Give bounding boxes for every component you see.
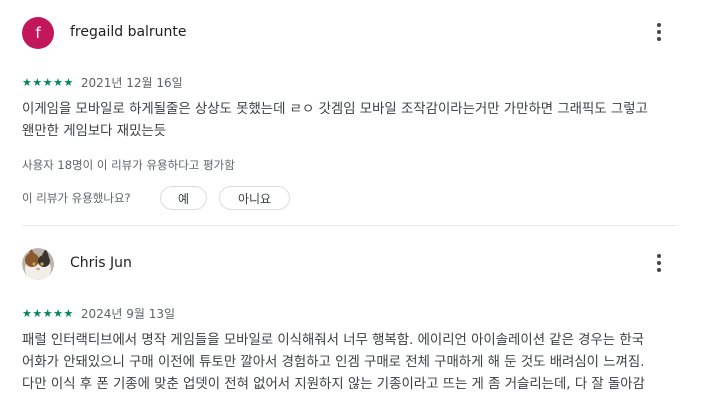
review-text-line: 다만 이식 후 폰 기종에 맞춘 업뎃이 전혀 없어서 지원하지 않는 기종이라… <box>22 377 645 392</box>
helpful-question: 이 리뷰가 유용했나요? <box>22 191 131 205</box>
review-text-line: 왠만한 게임보다 재밌는듯 <box>22 124 167 139</box>
avatar-letter: f <box>35 24 41 42</box>
helpful-yes-button[interactable]: 예 <box>160 186 207 210</box>
reviewer-name: Chris Jun <box>70 255 132 271</box>
review-header: Chris Jun <box>22 248 678 282</box>
review-meta: ★★★★★ 2021년 12월 16일 <box>22 74 183 90</box>
star-rating: ★★★★★ <box>22 75 74 89</box>
helpful-count: 사용자 18명이 이 리뷰가 유용하다고 평가함 <box>22 158 235 172</box>
review-meta: ★★★★★ 2024년 9월 13일 <box>22 305 175 321</box>
review-text-line: 어화가 안돼있으니 구매 이전에 튜토만 깔아서 경험하고 인겜 구매로 전체 … <box>22 355 645 370</box>
reviewer-name: fregaild balrunte <box>70 24 187 40</box>
review-divider <box>22 225 678 226</box>
review-card: Chris Jun ★★★★★ 2024년 9월 13일 패럴 인터랙티브에서 … <box>22 248 678 398</box>
review-date: 2021년 12월 16일 <box>80 75 183 90</box>
avatar: f <box>22 17 54 49</box>
review-card: f fregaild balrunte ★★★★★ 2021년 12월 16일 … <box>22 17 678 217</box>
review-text-line: 이게임을 모바일로 하게될줄은 상상도 못했는데 ㄹㅇ 갓겜임 모바일 조작감이… <box>22 102 648 117</box>
review-text: 패럴 인터랙티브에서 명작 게임들을 모바일로 이식해줘서 너무 행복함. 에이… <box>22 330 682 396</box>
review-date: 2024년 9월 13일 <box>80 306 176 321</box>
more-vert-icon[interactable] <box>654 254 664 274</box>
more-vert-icon[interactable] <box>654 23 664 43</box>
helpful-no-button[interactable]: 아니요 <box>219 186 290 210</box>
review-text: 이게임을 모바일로 하게될줄은 상상도 못했는데 ㄹㅇ 갓겜임 모바일 조작감이… <box>22 99 682 143</box>
avatar <box>22 248 54 280</box>
review-header: f fregaild balrunte <box>22 17 678 51</box>
star-rating: ★★★★★ <box>22 306 74 320</box>
helpful-row: 이 리뷰가 유용했나요? 예 아니요 <box>22 186 302 210</box>
avatar-photo <box>22 248 54 280</box>
review-text-line: 패럴 인터랙티브에서 명작 게임들을 모바일로 이식해줘서 너무 행복함. 에이… <box>22 333 645 348</box>
